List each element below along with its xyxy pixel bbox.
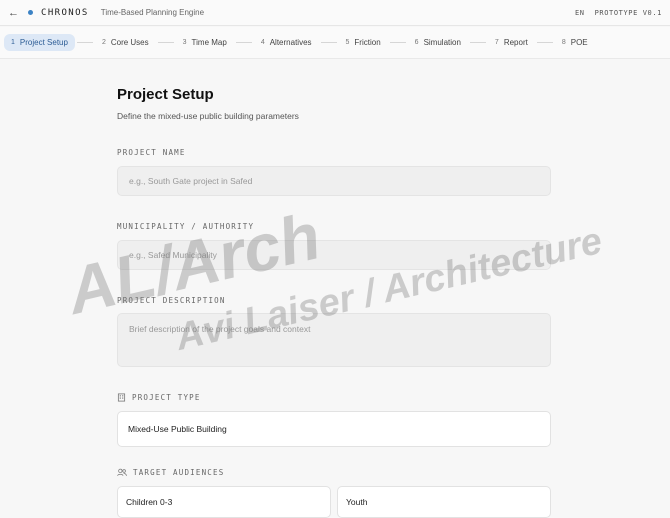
label-text: PROJECT NAME xyxy=(117,148,186,157)
step-number: 6 xyxy=(414,39,419,46)
top-bar: ← CHRONOS Time-Based Planning Engine EN … xyxy=(0,0,670,26)
project-description-textarea[interactable]: Brief description of the project goals a… xyxy=(117,313,551,367)
step-label: Friction xyxy=(354,38,381,47)
status-dot-icon xyxy=(28,10,33,15)
municipality-input[interactable]: e.g., Safed Municipality xyxy=(117,240,551,270)
tab-project-setup[interactable]: 1 Project Setup xyxy=(4,34,75,51)
project-type-select[interactable]: Mixed-Use Public Building xyxy=(117,411,551,447)
tab-time-map[interactable]: 3 Time Map xyxy=(176,34,234,51)
step-number: 3 xyxy=(182,39,187,46)
step-number: 2 xyxy=(101,39,106,46)
step-separator xyxy=(320,42,337,43)
step-label: Report xyxy=(503,38,528,47)
app-brand: CHRONOS xyxy=(41,7,89,18)
audience-option-children[interactable]: Children 0-3 xyxy=(117,486,331,518)
step-number: 5 xyxy=(345,39,350,46)
language-toggle[interactable]: EN xyxy=(575,9,585,17)
step-separator xyxy=(235,42,252,43)
step-label: POE xyxy=(570,38,588,47)
building-icon xyxy=(117,393,126,402)
top-right-meta: EN PROTOTYPE V0.1 xyxy=(575,9,662,17)
label-text: MUNICIPALITY / AUTHORITY xyxy=(117,222,255,231)
back-arrow-icon[interactable]: ← xyxy=(8,7,22,19)
step-label: Simulation xyxy=(423,38,461,47)
page-title: Project Setup xyxy=(117,86,214,103)
tab-simulation[interactable]: 6 Simulation xyxy=(408,34,468,51)
placeholder-text: Brief description of the project goals a… xyxy=(129,324,311,334)
step-label: Core Uses xyxy=(110,38,149,47)
label-text: TARGET AUDIENCES xyxy=(133,468,225,477)
version-badge: PROTOTYPE V0.1 xyxy=(594,8,662,17)
project-type-label: PROJECT TYPE xyxy=(117,393,551,402)
option-label: Youth xyxy=(346,497,368,507)
step-number: 1 xyxy=(11,39,15,46)
label-text: PROJECT DESCRIPTION xyxy=(117,296,226,305)
audience-option-youth[interactable]: Youth xyxy=(337,486,551,518)
step-separator xyxy=(389,42,406,43)
audience-options: Children 0-3 Youth xyxy=(117,486,551,518)
step-number: 8 xyxy=(561,39,566,46)
placeholder-text: e.g., South Gate project in Safed xyxy=(129,176,253,186)
step-label: Time Map xyxy=(191,38,227,47)
project-name-label: PROJECT NAME xyxy=(117,148,551,157)
project-description-label: PROJECT DESCRIPTION xyxy=(117,296,551,305)
label-text: PROJECT TYPE xyxy=(132,393,201,402)
step-nav: 1 Project Setup 2 Core Uses 3 Time Map 4… xyxy=(0,27,670,59)
step-separator xyxy=(76,42,93,43)
step-separator xyxy=(469,42,486,43)
target-audiences-label: TARGET AUDIENCES xyxy=(117,468,551,477)
page-description: Define the mixed-use public building par… xyxy=(117,111,299,121)
tab-friction[interactable]: 5 Friction xyxy=(339,34,388,51)
selected-value: Mixed-Use Public Building xyxy=(128,424,227,434)
main-content: Project Setup Define the mixed-use publi… xyxy=(117,86,551,518)
tab-core-uses[interactable]: 2 Core Uses xyxy=(95,34,156,51)
project-name-input[interactable]: e.g., South Gate project in Safed xyxy=(117,166,551,196)
option-label: Children 0-3 xyxy=(126,497,173,507)
step-separator xyxy=(536,42,553,43)
municipality-label: MUNICIPALITY / AUTHORITY xyxy=(117,222,551,231)
step-number: 7 xyxy=(494,39,499,46)
app-subtitle: Time-Based Planning Engine xyxy=(100,8,205,17)
tab-poe[interactable]: 8 POE xyxy=(555,34,595,51)
step-label: Project Setup xyxy=(19,38,68,47)
placeholder-text: e.g., Safed Municipality xyxy=(129,250,217,260)
tab-report[interactable]: 7 Report xyxy=(488,34,535,51)
step-separator xyxy=(157,42,174,43)
step-number: 4 xyxy=(260,39,265,46)
users-icon xyxy=(117,468,127,476)
step-label: Alternatives xyxy=(269,38,312,47)
tab-alternatives[interactable]: 4 Alternatives xyxy=(254,34,319,51)
